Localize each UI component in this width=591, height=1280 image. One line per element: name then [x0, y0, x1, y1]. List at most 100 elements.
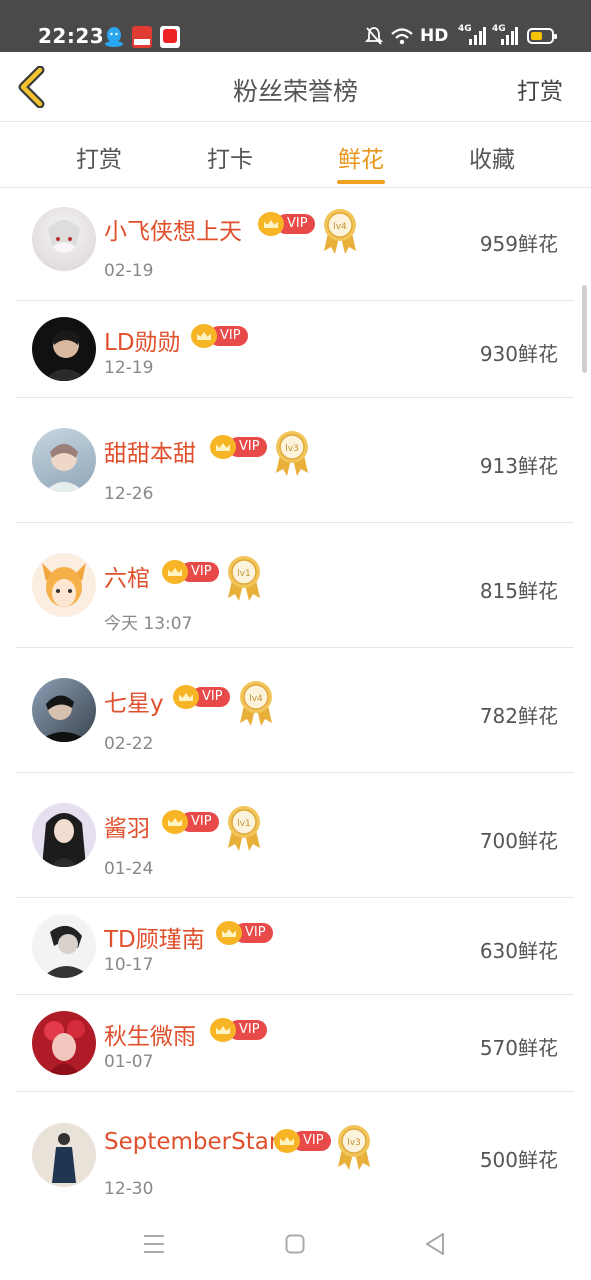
fan-name: 酱羽 — [104, 816, 150, 842]
title-bar: 粉丝荣誉榜 打赏 — [0, 52, 591, 122]
active-tab-indicator — [337, 180, 385, 184]
qq-icon — [105, 27, 123, 47]
avatar[interactable] — [32, 317, 96, 381]
level-medal-icon: lv4 — [240, 681, 272, 726]
flower-count: 930鲜花 — [479, 342, 558, 366]
flower-count: 570鲜花 — [479, 1036, 558, 1060]
fan-date: 12-26 — [104, 484, 154, 504]
fan-date: 02-22 — [104, 734, 154, 754]
fan-name: 七星y — [104, 691, 164, 717]
crown-icon — [216, 921, 242, 945]
fan-date: 10-17 — [104, 955, 154, 975]
vip-badge: VIP — [210, 1018, 267, 1042]
fan-name: 小飞侠想上天 — [104, 219, 242, 245]
flower-count: 700鲜花 — [479, 829, 558, 853]
flower-count: 630鲜花 — [479, 939, 558, 963]
level-medal-icon: lv1 — [228, 556, 260, 601]
flower-count: 959鲜花 — [479, 232, 558, 256]
fan-row[interactable]: SeptemberStar VIP lv3 12-30 500鲜花 — [16, 1092, 574, 1212]
tab-favorites[interactable]: 收藏 — [452, 140, 532, 174]
reward-button[interactable]: 打赏 — [517, 72, 563, 106]
status-bar: 22:23 HD 4G 4G — [0, 0, 591, 52]
crown-icon — [210, 435, 236, 459]
fan-row[interactable]: 甜甜本甜 VIP lv3 12-26 913鲜花 — [16, 398, 574, 523]
menu-icon[interactable] — [143, 1234, 165, 1254]
home-icon[interactable] — [285, 1234, 305, 1254]
crown-icon — [173, 685, 199, 709]
fan-row[interactable]: 七星y VIP lv4 02-22 782鲜花 — [16, 648, 574, 773]
flower-count: 782鲜花 — [479, 704, 558, 728]
back-triangle-icon[interactable] — [424, 1232, 446, 1256]
avatar[interactable] — [32, 914, 96, 978]
crown-icon — [210, 1018, 236, 1042]
level-medal-icon: lv4 — [324, 209, 356, 254]
fan-name: 秋生微雨 — [104, 1024, 196, 1050]
flower-count: 815鲜花 — [479, 579, 558, 603]
svg-text:lv4: lv4 — [333, 222, 347, 232]
avatar[interactable] — [32, 803, 96, 867]
avatar[interactable] — [32, 207, 96, 271]
signal-icon — [501, 27, 518, 45]
signal-icon — [469, 27, 486, 45]
avatar[interactable] — [32, 553, 96, 617]
fan-date: 今天 13:07 — [104, 614, 193, 634]
crown-icon — [162, 560, 188, 584]
fan-row[interactable]: 秋生微雨 VIP 01-07 570鲜花 — [16, 995, 574, 1092]
fan-date: 12-19 — [104, 358, 154, 378]
svg-text:lv3: lv3 — [285, 444, 299, 454]
vip-badge: VIP — [162, 560, 219, 584]
fan-name: 甜甜本甜 — [104, 441, 196, 467]
fan-name: TD顾瑾南 — [104, 927, 205, 953]
tab-reward[interactable]: 打赏 — [59, 140, 139, 174]
fan-name: 六棺 — [104, 566, 150, 592]
vip-badge: VIP — [274, 1129, 331, 1153]
video-app-icon — [160, 26, 180, 48]
svg-text:lv4: lv4 — [249, 694, 263, 704]
vip-badge: VIP — [258, 212, 315, 236]
vip-badge: VIP — [216, 921, 273, 945]
level-medal-icon: lv3 — [276, 431, 308, 476]
svg-text:lv1: lv1 — [237, 569, 251, 579]
fan-date: 01-07 — [104, 1052, 154, 1072]
flower-count: 913鲜花 — [479, 454, 558, 478]
hd-indicator: HD — [420, 26, 449, 46]
crown-icon — [162, 810, 188, 834]
svg-text:lv1: lv1 — [237, 819, 251, 829]
crown-icon — [274, 1129, 300, 1153]
app-icon — [132, 26, 152, 48]
tab-flowers[interactable]: 鲜花 — [321, 140, 401, 174]
avatar[interactable] — [32, 1011, 96, 1075]
scrollbar[interactable] — [582, 285, 587, 373]
level-medal-icon: lv1 — [228, 806, 260, 851]
page-title: 粉丝荣誉榜 — [232, 77, 358, 106]
avatar[interactable] — [32, 428, 96, 492]
fan-row[interactable]: TD顾瑾南 VIP 10-17 630鲜花 — [16, 898, 574, 995]
fan-row[interactable]: 六棺 VIP lv1 今天 13:07 815鲜花 — [16, 523, 574, 648]
clock: 22:23 — [38, 24, 105, 48]
avatar[interactable] — [32, 678, 96, 742]
fan-row[interactable]: LD勋勋 VIP 12-19 930鲜花 — [16, 301, 574, 398]
crown-icon — [191, 324, 217, 348]
level-medal-icon: lv3 — [338, 1125, 370, 1170]
fan-date: 01-24 — [104, 859, 154, 879]
crown-icon — [258, 212, 284, 236]
fan-date: 02-19 — [104, 261, 154, 281]
fan-row[interactable]: 小飞侠想上天 VIP lv4 02-19 959鲜花 — [16, 188, 574, 301]
vip-badge: VIP — [173, 685, 230, 709]
battery-icon — [527, 28, 557, 44]
fan-name: LD勋勋 — [104, 330, 181, 356]
vip-badge: VIP — [162, 810, 219, 834]
tab-bar: 打赏 打卡 鲜花 收藏 — [0, 122, 591, 188]
fan-date: 12-30 — [104, 1179, 154, 1199]
system-nav-bar — [0, 1212, 591, 1280]
mute-icon — [364, 27, 384, 45]
fan-name: SeptemberStar — [104, 1129, 279, 1155]
wifi-icon — [391, 28, 413, 45]
fan-row[interactable]: 酱羽 VIP lv1 01-24 700鲜花 — [16, 773, 574, 898]
avatar[interactable] — [32, 1123, 96, 1187]
svg-text:lv3: lv3 — [347, 1138, 361, 1148]
tab-checkin[interactable]: 打卡 — [190, 140, 270, 174]
vip-badge: VIP — [210, 435, 267, 459]
flower-count: 500鲜花 — [479, 1148, 558, 1172]
vip-badge: VIP — [191, 324, 248, 348]
